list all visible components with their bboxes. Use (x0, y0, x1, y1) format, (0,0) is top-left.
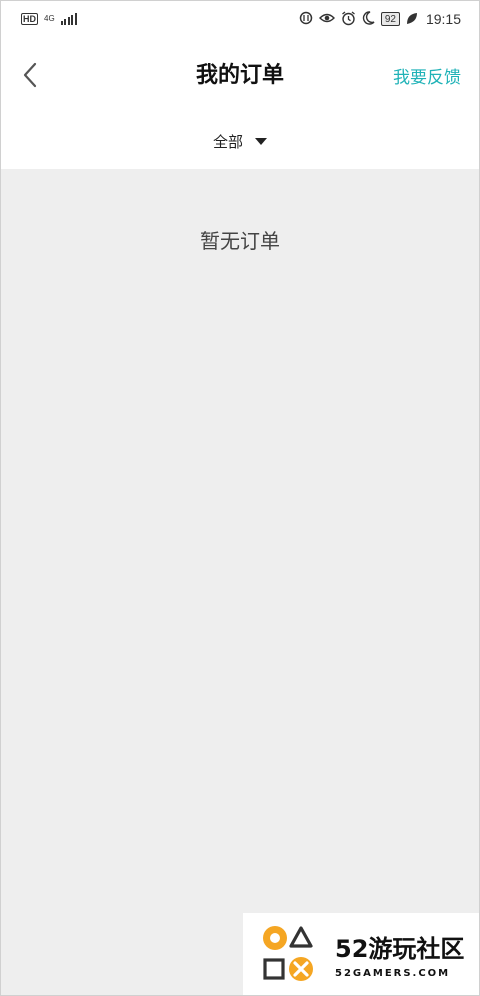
alarm-icon (341, 10, 356, 28)
signal-icon (60, 13, 77, 25)
feedback-button[interactable]: 我要反馈 (393, 63, 461, 88)
network-type-label: 4G (44, 14, 55, 23)
nfc-icon (299, 11, 313, 27)
empty-state-message: 暂无订单 (200, 229, 280, 253)
moon-icon (362, 11, 375, 27)
watermark-text: 52游玩社区 52GAMERS.COM (335, 929, 464, 979)
order-filter-dropdown[interactable]: 全部 (1, 113, 479, 169)
caret-down-icon (255, 137, 267, 145)
network-type-icon: 4G (44, 15, 55, 23)
order-list-area: 暂无订单 (1, 169, 479, 995)
eye-icon (318, 11, 335, 27)
watermark-subtitle: 52GAMERS.COM (335, 968, 451, 979)
status-bar-right: 92 19:15 (299, 10, 461, 28)
status-time: 19:15 (425, 11, 461, 27)
watermark-logo: 52游玩社区 52GAMERS.COM (243, 913, 479, 995)
app-screen: HD 4G 92 19:15 我的订单 我要反馈 全部 暂无订单 52游玩社区 … (0, 0, 480, 996)
gamepad-symbols-icon (263, 926, 313, 981)
filter-selected-label: 全部 (212, 132, 243, 151)
leaf-icon (406, 12, 418, 27)
status-bar-left: HD 4G (21, 13, 77, 25)
hd-icon: HD (21, 13, 38, 25)
watermark-title: 52游玩社区 (335, 935, 465, 963)
status-bar: HD 4G 92 19:15 (1, 1, 479, 37)
nav-header: 我的订单 我要反馈 (1, 37, 479, 113)
battery-level: 92 (384, 13, 396, 25)
battery-icon: 92 (380, 12, 400, 26)
